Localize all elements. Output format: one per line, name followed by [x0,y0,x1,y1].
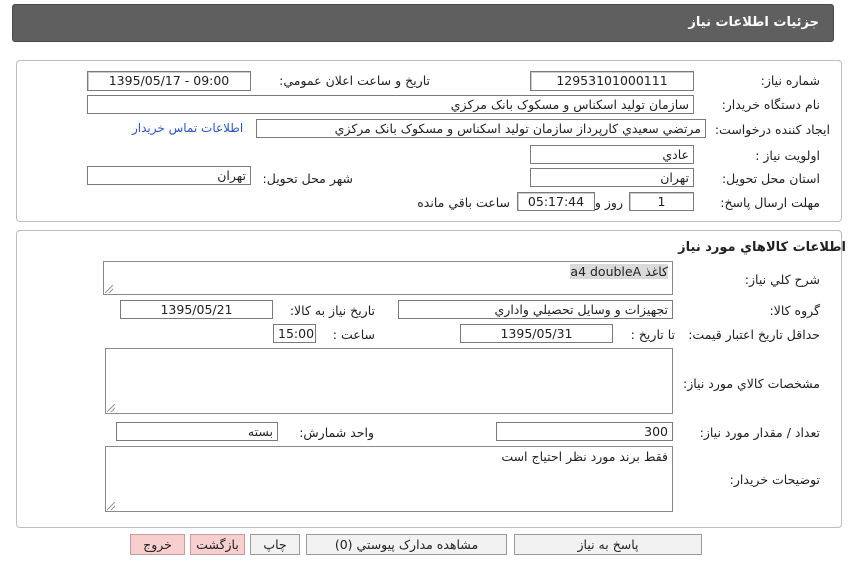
city-field: تهران [87,166,251,185]
announce-date-label: تاريخ و ساعت اعلان عمومي: [279,73,430,88]
until-date-field: 1395/05/31 [460,324,613,343]
until-date-label: تا تاريخ : [630,327,675,342]
unit-field: بسته [116,422,278,441]
hour-field: 15:00 [273,324,316,343]
quantity-label: تعداد / مقدار مورد نياز: [699,425,820,440]
specs-label: مشخصات کالاي مورد نياز: [683,376,820,391]
province-label: استان محل تحويل: [721,171,820,186]
description-label: شرح کلي نياز: [744,272,820,287]
exit-button[interactable]: خروج [130,534,185,555]
resize-handle-icon[interactable] [107,404,115,412]
city-label: شهر محل تحويل: [262,171,353,186]
hour-label: ساعت : [332,327,375,342]
need-date-field: 1395/05/21 [120,300,273,319]
view-attachments-button[interactable]: مشاهده مدارک پيوستي (0) [306,534,507,555]
reply-button[interactable]: پاسخ به نياز [514,534,702,555]
requester-field: مرتضي سعيدي کارپرداز سازمان توليد اسکناس… [256,119,706,138]
unit-label: واحد شمارش: [299,425,374,440]
print-button[interactable]: چاپ [250,534,300,555]
description-field: کاغذ a4 doubleA [103,261,673,295]
need-number-label: شماره نياز: [760,73,820,88]
remaining-label: ساعت باقي مانده [417,195,510,210]
goods-section-title: اطلاعات کالاهاي مورد نياز [678,240,846,255]
page-title: جزئيات اطلاعات نياز [688,15,819,30]
quantity-field: 300 [496,422,673,441]
need-date-label: تاريخ نياز به کالا: [289,303,375,318]
goods-group-field: تجهيزات و وسايل تحصيلي واداري [398,300,673,319]
page-header: جزئيات اطلاعات نياز [12,4,834,42]
buyer-notes-field: فقط برند مورد نظر احتياج است [105,446,673,512]
need-number-field: 12953101000111 [530,71,694,91]
buyer-notes-label: توضيحات خريدار: [729,472,820,487]
province-field: تهران [530,168,694,187]
description-text: کاغذ a4 doubleA [570,264,668,279]
specs-field [105,348,673,414]
buyer-org-field: سازمان توليد اسکناس و مسکوک بانک مرکزي [87,95,694,114]
buyer-org-label: نام دستگاه خريدار: [721,97,820,112]
price-validity-label: حداقل تاريخ اعتبار قيمت: [688,327,820,342]
goods-group-label: گروه کالا: [769,303,820,318]
announce-date-field: 1395/05/17 - 09:00 [87,71,251,91]
deadline-days-field: 1 [629,192,694,211]
buyer-notes-text: فقط برند مورد نظر احتياج است [501,449,668,464]
priority-label: اولويت نياز : [755,148,820,163]
days-label: روز و [594,195,623,210]
buyer-contact-link[interactable]: اطلاعات تماس خريدار [132,121,243,135]
back-button[interactable]: بازگشت [190,534,245,555]
resize-handle-icon[interactable] [105,285,113,293]
requester-label: ايجاد کننده درخواست: [714,122,830,137]
priority-field: عادي [530,145,694,164]
deadline-label: مهلت ارسال پاسخ: [720,195,820,210]
deadline-time-field: 05:17:44 [517,192,595,211]
resize-handle-icon[interactable] [107,502,115,510]
